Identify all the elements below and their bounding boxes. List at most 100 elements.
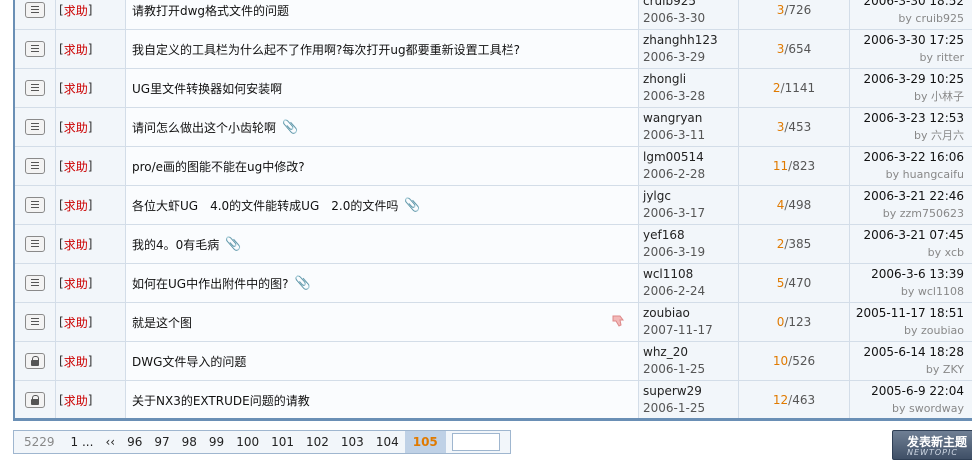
reply-count: 11 [772,159,789,173]
last-poster[interactable]: ZKY [943,363,964,376]
type-bracket-close: ] [87,42,93,56]
last-post-cell: 2006-3-30 18:52 by cruib925 [850,0,972,29]
last-poster[interactable]: ritter [937,51,965,64]
type-bracket-close: ] [87,354,93,368]
view-count: 1141 [784,81,816,95]
page-link[interactable]: 100 [230,431,265,453]
page-link[interactable]: 99 [203,431,230,453]
thread-status-cell [15,147,56,185]
thread-row: [求助] 就是这个图 zoubiao 2007-11-17 0 / 123 20… [15,303,972,342]
thread-type-tag[interactable]: [求助] [56,186,126,224]
thread-title[interactable]: pro/e画的图能不能在ug中修改? [132,158,305,175]
last-poster[interactable]: wcl1108 [918,285,964,298]
last-post-time[interactable]: 2005-6-14 18:28 [864,344,965,361]
page-link[interactable]: 97 [148,431,175,453]
page-link[interactable]: 101 [265,431,300,453]
thread-type-tag[interactable]: [求助] [56,108,126,146]
page-prev[interactable]: ‹‹ [99,431,121,453]
thread-title[interactable]: 我的4。0有毛病 [132,236,219,253]
type-bracket-close: ] [87,276,93,290]
last-poster[interactable]: huangcaifu [903,168,964,181]
by-label: by [900,285,915,298]
doc-icon [25,275,45,291]
thread-author[interactable]: yef168 [643,227,734,244]
last-post-time[interactable]: 2006-3-6 13:39 [871,266,964,283]
thread-type: 求助 [63,159,88,174]
page-link[interactable]: 98 [176,431,203,453]
paperclip-icon: 📎 [294,275,311,291]
thread-author[interactable]: whz_20 [643,344,734,361]
thread-title[interactable]: 关于NX3的EXTRUDE问题的请教 [132,392,310,409]
thread-author[interactable]: zhongli [643,71,734,88]
last-poster[interactable]: swordway [909,402,964,415]
thread-title[interactable]: DWG文件导入的问题 [132,353,246,370]
thread-author-cell: cruib925 2006-3-30 [639,0,739,29]
thread-type-tag[interactable]: [求助] [56,147,126,185]
thread-title[interactable]: 请教打开dwg格式文件的问题 [132,2,289,19]
thread-author[interactable]: superw29 [643,383,734,400]
page-link[interactable]: 103 [335,431,370,453]
thread-type: 求助 [63,81,88,96]
page-link[interactable]: 96 [121,431,148,453]
last-poster[interactable]: zzm750623 [900,207,964,220]
thread-author[interactable]: lgm00514 [643,149,734,166]
thread-type-tag[interactable]: [求助] [56,69,126,107]
thread-type-tag[interactable]: [求助] [56,303,126,341]
thread-type-tag[interactable]: [求助] [56,225,126,263]
last-post-time[interactable]: 2006-3-21 22:46 [864,188,965,205]
thread-subject-cell: DWG文件导入的问题 [126,342,639,380]
doc-icon [25,158,45,174]
new-topic-button[interactable]: 发表新主题 NEWTOPIC [892,430,972,460]
thread-status-cell [15,186,56,224]
last-post-time[interactable]: 2006-3-23 12:53 [864,110,965,127]
last-post-time[interactable]: 2006-3-22 16:06 [864,149,965,166]
doc-icon [25,80,45,96]
thread-type-tag[interactable]: [求助] [56,30,126,68]
last-post-time[interactable]: 2006-3-21 07:45 [864,227,965,244]
last-poster[interactable]: xcb [945,246,964,259]
thread-subject-cell: 请问怎么做出这个小齿轮啊 📎 [126,108,639,146]
last-poster[interactable]: cruib925 [915,12,964,25]
thread-author[interactable]: wcl1108 [643,266,734,283]
thread-author[interactable]: cruib925 [643,0,734,10]
last-post-cell: 2005-6-9 22:04 by swordway [850,381,972,419]
pagination: 5229 1 ... ‹‹ 96 97 98 99 100 101 102 103 104 10… [13,430,511,454]
thread-stats: 2 / 1141 [739,69,850,107]
thread-author-cell: jylgc 2006-3-17 [639,186,739,224]
last-post-time[interactable]: 2006-3-30 18:52 [864,0,965,10]
last-poster[interactable]: 小林子 [931,90,964,103]
last-post-time[interactable]: 2005-6-9 22:04 [871,383,964,400]
thread-title[interactable]: 请问怎么做出这个小齿轮啊 [132,119,276,136]
view-count: 823 [792,159,816,173]
paperclip-icon: 📎 [282,119,299,135]
thread-type: 求助 [63,3,88,18]
thread-type-tag[interactable]: [求助] [56,0,126,29]
paperclip-icon: 📎 [404,197,421,213]
last-post-time[interactable]: 2006-3-29 10:25 [864,71,965,88]
by-label: by [927,246,942,259]
last-post-time[interactable]: 2006-3-30 17:25 [864,32,965,49]
thread-type-tag[interactable]: [求助] [56,381,126,419]
last-poster[interactable]: zoubiao [921,324,964,337]
thread-title[interactable]: 就是这个图 [132,314,192,331]
thread-author[interactable]: zoubiao [643,305,734,322]
last-post-time[interactable]: 2005-11-17 18:51 [856,305,964,322]
thread-author[interactable]: jylgc [643,188,734,205]
page-first[interactable]: 1 ... [65,431,100,453]
page-jump-input[interactable] [451,433,500,451]
thread-title[interactable]: 如何在UG中作出附件中的图? [132,275,288,292]
thread-row: [求助] 我自定义的工具栏为什么起不了作用啊?每次打开ug都要重新设置工具栏? … [15,30,972,69]
thread-title[interactable]: 我自定义的工具栏为什么起不了作用啊?每次打开ug都要重新设置工具栏? [132,41,520,58]
last-poster[interactable]: 六月六 [931,129,964,142]
thread-author[interactable]: zhanghh123 [643,32,734,49]
thread-author[interactable]: wangryan [643,110,734,127]
thread-total: 5229 [24,435,55,449]
thread-title[interactable]: 各位大虾UG 4.0的文件能转成UG 2.0的文件吗 [132,197,398,214]
page-link[interactable]: 104 [370,431,405,453]
thread-type-tag[interactable]: [求助] [56,342,126,380]
thread-type-tag[interactable]: [求助] [56,264,126,302]
view-count: 726 [788,3,812,17]
thread-row: [求助] DWG文件导入的问题 whz_20 2006-1-25 10 / 52… [15,342,972,381]
thread-title[interactable]: UG里文件转换器如何安装啊 [132,80,282,97]
page-link[interactable]: 102 [300,431,335,453]
